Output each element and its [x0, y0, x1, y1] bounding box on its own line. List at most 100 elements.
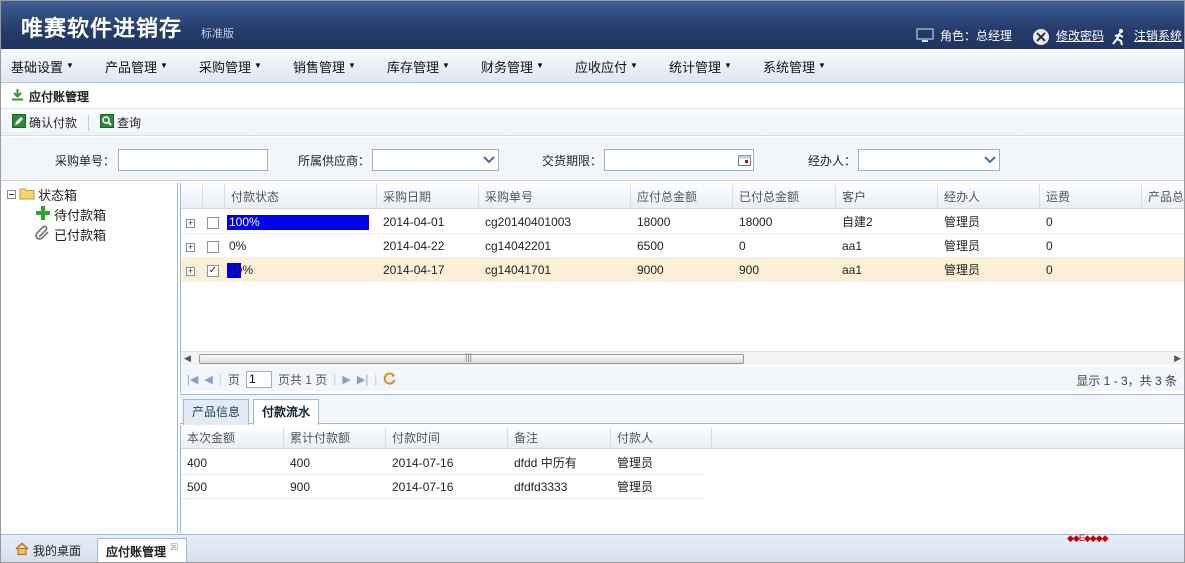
- caret-down-icon: ▼: [818, 60, 826, 70]
- menu-products[interactable]: 产品管理 ▼: [95, 49, 189, 83]
- tab-payables[interactable]: 应付账管理 ☒: [97, 538, 188, 562]
- app-window: 唯赛软件进销存 标准版 角色：总经理 修改密码 注销系统 基础设置 ▼ 产品管理 ▼…: [0, 0, 1185, 563]
- role-label: 角色：总经理: [939, 29, 1012, 43]
- collapse-icon[interactable]: [7, 187, 16, 202]
- column-header[interactable]: 采购日期: [377, 185, 479, 209]
- menu-sales[interactable]: 销售管理 ▼: [283, 49, 377, 83]
- scroll-left-icon[interactable]: ◀: [184, 353, 191, 364]
- column-header[interactable]: 产品总: [1142, 185, 1184, 209]
- tab-label: 应付账管理: [106, 544, 167, 559]
- detail-tabs: 产品信息 付款流水: [180, 394, 1184, 426]
- tab-product-info[interactable]: 产品信息: [183, 399, 250, 425]
- handler-cell: 管理员: [944, 215, 981, 229]
- column-header[interactable]: 付款时间: [386, 427, 508, 449]
- expander-column-header: [181, 185, 203, 209]
- prev-page-icon[interactable]: ◀: [204, 373, 212, 386]
- page-prefix-label: 页: [227, 372, 240, 387]
- table-row[interactable]: + ✓ 10% 2014-04-17 cg14041701 9000 900 aa1 管理员 0: [181, 258, 1184, 282]
- change-password-link[interactable]: 修改密码: [1056, 27, 1104, 44]
- expand-row-icon[interactable]: +: [181, 234, 203, 258]
- table-row[interactable]: 400 400 2014-07-16 dfdd 中历有 管理员: [181, 451, 703, 475]
- tree-node-paid[interactable]: 已付款箱: [35, 225, 106, 244]
- purchase-date-cell: 2014-04-01: [383, 215, 445, 229]
- horizontal-scrollbar[interactable]: ◀ ||| ▶: [181, 351, 1184, 365]
- menu-inventory[interactable]: 库存管理 ▼: [377, 49, 471, 83]
- row-checkbox[interactable]: [203, 234, 225, 258]
- tree-node-pending[interactable]: 待付款箱: [35, 205, 106, 224]
- checkbox-column-header[interactable]: [203, 185, 225, 209]
- tab-my-desktop[interactable]: 我的桌面: [7, 538, 89, 562]
- last-page-icon[interactable]: ▶|: [357, 373, 368, 386]
- purchase-no-cell: cg20140401003: [485, 215, 572, 229]
- cell-payer: 管理员: [617, 480, 654, 494]
- column-header[interactable]: 备注: [508, 427, 611, 449]
- confirm-payment-label: 确认付款: [29, 116, 78, 130]
- menu-basic-settings[interactable]: 基础设置 ▼: [1, 49, 95, 83]
- tab-payment-flow[interactable]: 付款流水: [253, 399, 320, 426]
- footer-mark: ◆◆E◆◆◆◆: [1067, 533, 1109, 543]
- pager-info: 显示 1 - 3，共 3 条: [1076, 374, 1177, 388]
- logout-link[interactable]: 注销系统: [1134, 27, 1182, 44]
- menu-receivables-payables[interactable]: 应收应付 ▼: [565, 49, 659, 83]
- scroll-right-icon[interactable]: ▶: [1174, 353, 1181, 364]
- payment-progress-bar: 0%: [229, 239, 247, 253]
- row-checkbox[interactable]: [203, 210, 225, 234]
- menu-system[interactable]: 系统管理 ▼: [753, 49, 847, 83]
- column-header[interactable]: 已付总金额: [733, 185, 836, 209]
- expand-row-icon[interactable]: +: [181, 258, 203, 282]
- supplier-label: 所属供应商：: [298, 154, 371, 168]
- column-header[interactable]: 采购单号: [479, 185, 631, 209]
- column-header[interactable]: 本次金额: [181, 427, 284, 449]
- column-header[interactable]: 累计付款额: [284, 427, 386, 449]
- column-header[interactable]: 运费: [1040, 185, 1142, 209]
- handler-cell: 管理员: [944, 263, 981, 277]
- column-header[interactable]: 付款人: [611, 427, 712, 449]
- query-button[interactable]: 查询: [97, 114, 144, 131]
- table-row[interactable]: +0% 2014-04-22 cg14042201 6500 0 aa1 管理员 0: [181, 234, 1184, 258]
- cell-note: dfdd 中历有: [514, 456, 577, 470]
- page-number-input[interactable]: [245, 370, 272, 388]
- paid-total-cell: 0: [739, 239, 746, 253]
- menu-label: 应收应付: [575, 59, 628, 75]
- search-icon: [100, 114, 115, 131]
- expand-row-icon[interactable]: +: [181, 210, 203, 234]
- row-checkbox[interactable]: ✓: [203, 258, 225, 282]
- page-title: 应付账管理: [29, 89, 90, 104]
- supplier-select[interactable]: [372, 149, 499, 171]
- handler-cell: 管理员: [944, 239, 981, 253]
- refresh-icon[interactable]: [383, 371, 397, 388]
- due-date-input[interactable]: [604, 149, 754, 171]
- paperclip-icon: [35, 225, 51, 244]
- order-no-input[interactable]: [118, 149, 268, 171]
- total-payable-cell: 18000: [637, 215, 671, 229]
- menu-purchase[interactable]: 采购管理 ▼: [189, 49, 283, 83]
- due-label: 交货期限：: [542, 154, 603, 168]
- menu-finance[interactable]: 财务管理 ▼: [471, 49, 565, 83]
- tree-node-label: 已付款箱: [54, 228, 107, 243]
- handler-select[interactable]: [858, 149, 1000, 171]
- column-header[interactable]: 经办人: [938, 185, 1040, 209]
- menu-statistics[interactable]: 统计管理 ▼: [659, 49, 753, 83]
- order-no-label: 采购单号：: [55, 154, 116, 168]
- column-header[interactable]: 付款状态: [225, 185, 377, 209]
- menu-label: 产品管理: [105, 59, 158, 75]
- first-page-icon[interactable]: |◀: [187, 373, 198, 386]
- scrollbar-thumb[interactable]: |||: [199, 352, 744, 364]
- next-page-icon[interactable]: ▶: [342, 373, 350, 386]
- calendar-icon[interactable]: [735, 150, 753, 170]
- tree-node-label: 待付款箱: [54, 208, 107, 223]
- freight-cell: 0: [1046, 239, 1053, 253]
- cell-time: 2014-07-16: [392, 480, 454, 494]
- table-row[interactable]: 500 900 2014-07-16 dfdfd3333 管理员: [181, 475, 703, 499]
- purchase-date-cell: 2014-04-22: [383, 239, 445, 253]
- page-title-bar: 应付账管理: [1, 84, 1184, 109]
- payment-progress-bar: 10%: [227, 263, 254, 278]
- tree-node-status-box[interactable]: 状态箱: [7, 185, 77, 204]
- column-header[interactable]: 客户: [836, 185, 938, 209]
- menu-label: 统计管理: [669, 59, 722, 75]
- close-icon[interactable]: ☒: [170, 534, 178, 560]
- confirm-payment-button[interactable]: 确认付款: [9, 114, 80, 131]
- paid-total-cell: 18000: [739, 215, 773, 229]
- table-row[interactable]: +100% 2014-04-01 cg20140401003 18000 18000 自建…: [181, 210, 1184, 234]
- column-header[interactable]: 应付总金额: [631, 185, 733, 209]
